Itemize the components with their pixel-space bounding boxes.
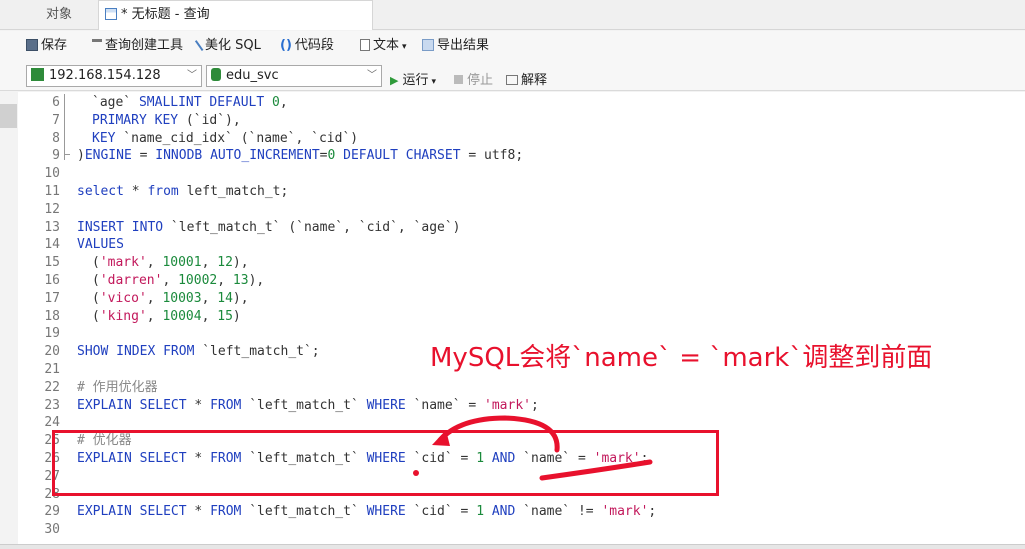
annotation-curve (437, 415, 560, 453)
result-tabs-strip (0, 544, 1025, 549)
annotation-arrow (413, 415, 653, 481)
annotation-underline (539, 459, 653, 481)
query-window: 对象 * 无标题 - 查询 保存 查询创建工具 美化 SQL () 代码段 文本 ▾… (0, 0, 1025, 549)
annotation-dot (413, 470, 419, 476)
